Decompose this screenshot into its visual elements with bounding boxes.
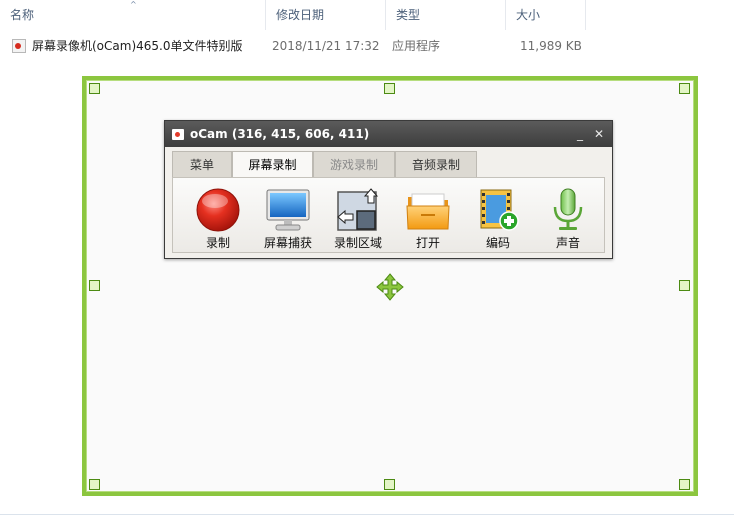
window-title: oCam (316, 415, 606, 411) xyxy=(190,127,370,141)
resize-area-icon xyxy=(337,188,379,231)
tab-game-record-label: 游戏录制 xyxy=(329,158,378,172)
column-header-size[interactable]: 大小 xyxy=(506,0,586,30)
microphone-icon xyxy=(553,188,583,230)
ocam-window: oCam (316, 415, 606, 411) _ ✕ 菜单 屏幕录制 游戏… xyxy=(164,120,613,259)
record-area-button[interactable]: 录制区域 xyxy=(327,183,389,250)
file-modified: 2018/11/21 17:32 xyxy=(272,39,380,53)
move-arrows-icon[interactable] xyxy=(376,273,404,301)
resize-handle-bottom[interactable] xyxy=(384,479,395,490)
resize-handle-top[interactable] xyxy=(384,83,395,94)
open-label: 打开 xyxy=(415,236,440,250)
file-name: 屏幕录像机(oCam)465.0单文件特别版 xyxy=(32,39,243,53)
record-area-label: 录制区域 xyxy=(333,236,382,250)
column-size-label: 大小 xyxy=(516,8,541,22)
resize-handle-left[interactable] xyxy=(89,280,100,291)
resize-handle-bottom-left[interactable] xyxy=(89,479,100,490)
column-modified-label: 修改日期 xyxy=(276,8,325,22)
open-button[interactable]: 打开 xyxy=(397,183,459,250)
film-add-icon xyxy=(480,189,519,231)
encode-label: 编码 xyxy=(485,236,510,250)
file-type: 应用程序 xyxy=(392,39,441,53)
tab-menu-label: 菜单 xyxy=(189,158,214,172)
file-row[interactable]: 屏幕录像机(oCam)465.0单文件特别版 2018/11/21 17:32 … xyxy=(0,34,734,58)
minimize-button[interactable]: _ xyxy=(570,121,590,147)
resize-handle-bottom-right[interactable] xyxy=(679,479,690,490)
encode-button[interactable]: 编码 xyxy=(467,183,529,250)
explorer-bottom-divider xyxy=(0,514,734,515)
column-name-label: 名称 xyxy=(10,8,35,22)
screen-capture-button[interactable]: 屏幕捕获 xyxy=(257,183,319,250)
tab-game-record[interactable]: 游戏录制 xyxy=(313,151,395,177)
screen-capture-label: 屏幕捕获 xyxy=(263,236,312,250)
resize-handle-top-right[interactable] xyxy=(679,83,690,94)
tab-audio-record[interactable]: 音频录制 xyxy=(395,151,477,177)
folder-icon xyxy=(406,193,450,230)
ocam-app-icon xyxy=(12,39,26,53)
tab-screen-record-label: 屏幕录制 xyxy=(248,158,297,172)
file-size: 11,989 KB xyxy=(520,39,582,53)
record-button[interactable]: 录制 xyxy=(187,183,249,250)
resize-handle-top-left[interactable] xyxy=(89,83,100,94)
sound-button[interactable]: 声音 xyxy=(537,183,599,250)
close-button[interactable]: ✕ xyxy=(589,121,609,147)
column-header-type[interactable]: 类型 xyxy=(386,0,506,30)
file-list-header: 名称 ^ 修改日期 类型 大小 xyxy=(0,0,734,30)
ocam-titlebar[interactable]: oCam (316, 415, 606, 411) _ ✕ xyxy=(165,121,612,147)
column-type-label: 类型 xyxy=(396,8,421,22)
ocam-app-icon xyxy=(172,129,184,140)
tab-audio-record-label: 音频录制 xyxy=(411,158,460,172)
tab-menu[interactable]: 菜单 xyxy=(172,151,232,177)
sort-ascending-icon: ^ xyxy=(130,0,137,9)
ocam-toolbar: 录制 屏幕捕获 录制区域 打开 编码 声音 xyxy=(172,177,605,253)
sound-label: 声音 xyxy=(555,236,580,250)
monitor-icon xyxy=(266,189,310,231)
record-icon xyxy=(196,188,240,232)
tab-screen-record[interactable]: 屏幕录制 xyxy=(232,151,313,179)
resize-handle-right[interactable] xyxy=(679,280,690,291)
record-label: 录制 xyxy=(205,236,230,250)
column-header-modified[interactable]: 修改日期 xyxy=(266,0,386,30)
